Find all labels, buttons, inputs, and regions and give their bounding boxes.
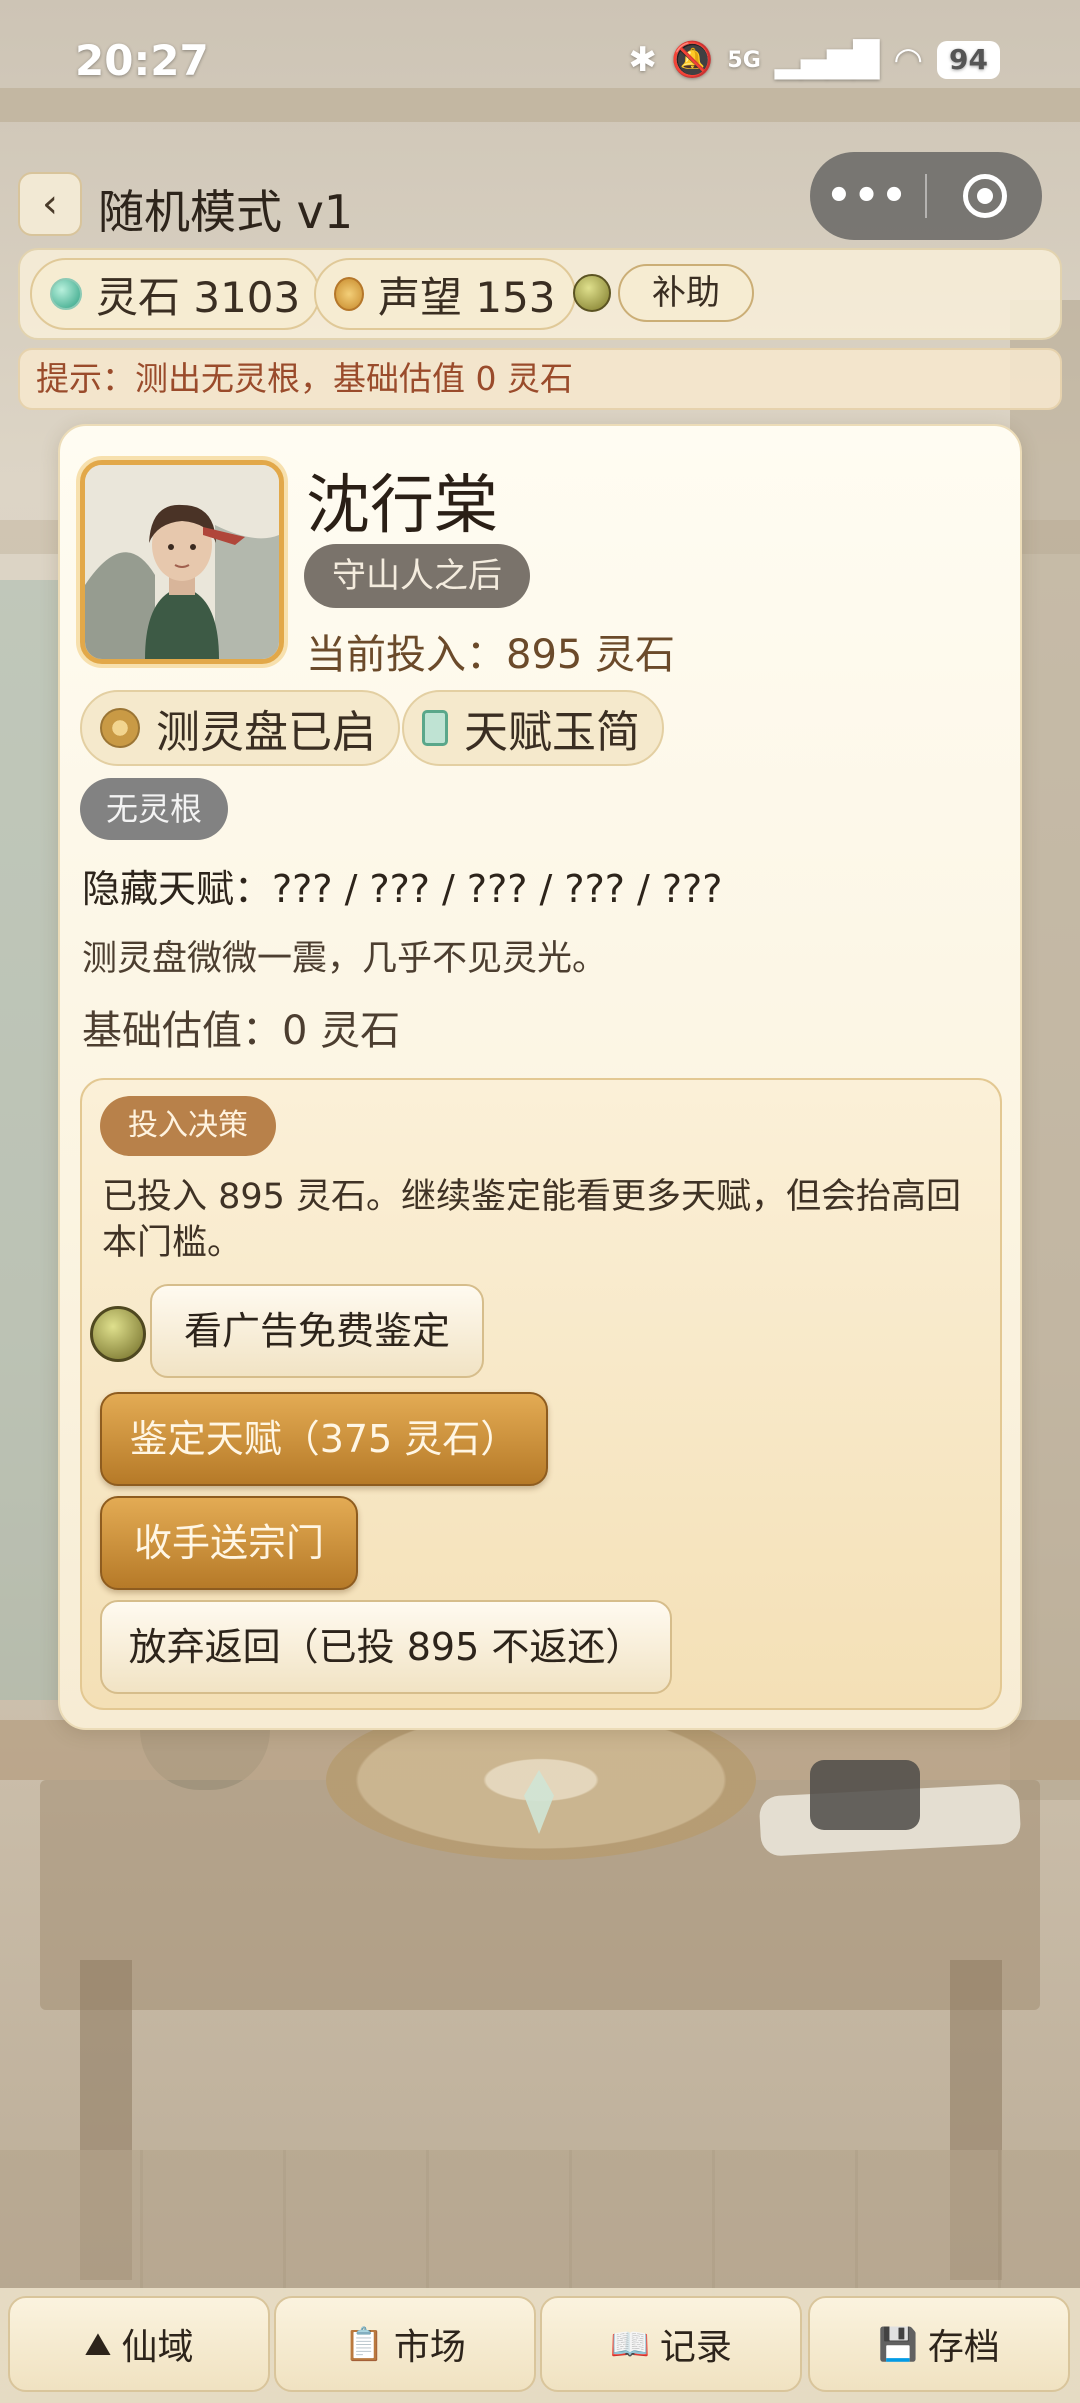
current-investment: 当前投入：895 灵石 xyxy=(306,632,676,678)
portrait-illustration xyxy=(85,465,279,659)
appraise-talent-button[interactable]: 鉴定天赋（375 灵石） xyxy=(100,1392,548,1486)
resource-bar: 灵石 3103 声望 153 补助 xyxy=(18,248,1062,340)
hidden-talents: 隐藏天赋：??? / ??? / ??? / ??? / ??? xyxy=(82,867,723,911)
send-to-sect-button[interactable]: 收手送宗门 xyxy=(100,1496,358,1590)
base-estimate: 基础估值：0 灵石 xyxy=(82,1008,401,1054)
talent-slip-chip: 天赋玉简 xyxy=(402,690,664,766)
character-card: 沈行棠 守山人之后 当前投入：895 灵石 测灵盘已启 天赋玉简 无灵根 隐藏天… xyxy=(58,424,1022,1730)
nav-market[interactable]: 📋 市场 xyxy=(274,2296,536,2392)
nav-market-label: 市场 xyxy=(393,2327,466,2368)
chevron-left-icon: ‹ xyxy=(42,181,58,227)
spirit-stone-counter: 灵石 3103 xyxy=(30,258,321,330)
status-icons: ✱ 🔕 5G ▂▄▆█ ◠ 94 xyxy=(629,40,1000,80)
back-button[interactable]: ‹ xyxy=(18,172,82,236)
jade-slip-icon xyxy=(422,710,448,746)
page-title: 随机模式 v1 xyxy=(98,185,354,239)
appraisal-flavor-text: 测灵盘微微一震，几乎不见灵光。 xyxy=(82,939,608,979)
bluetooth-icon: ✱ xyxy=(628,40,658,80)
wifi-icon: ◠ xyxy=(893,40,924,80)
compass-plate-icon xyxy=(100,708,140,748)
nav-records-label: 记录 xyxy=(659,2327,732,2368)
abandon-return-button[interactable]: 放弃返回（已投 895 不返还） xyxy=(100,1600,672,1694)
mountain-icon: ⛰ xyxy=(84,2324,112,2363)
nav-save-label: 存档 xyxy=(927,2327,1000,2368)
ad-coin-icon xyxy=(90,1306,146,1362)
mini-program-capsule: ••• xyxy=(810,152,1042,240)
reputation-counter: 声望 153 xyxy=(314,258,576,330)
mute-bell-icon: 🔕 xyxy=(671,40,714,80)
bg-inkstone xyxy=(810,1760,920,1830)
clipboard-icon: 📋 xyxy=(344,2325,384,2363)
origin-badge: 守山人之后 xyxy=(304,544,530,608)
spirit-root-badge: 无灵根 xyxy=(80,778,229,840)
bottom-nav: ⛰ 仙域 📋 市场 📖 记录 💾 存档 xyxy=(0,2288,1080,2403)
floppy-disk-icon: 💾 xyxy=(878,2325,918,2363)
spirit-plate-chip: 测灵盘已启 xyxy=(80,690,400,766)
battery-indicator: 94 xyxy=(937,41,1000,79)
book-icon: 📖 xyxy=(610,2325,650,2363)
close-miniprogram-button[interactable] xyxy=(927,174,1042,218)
decision-tag: 投入决策 xyxy=(100,1096,276,1156)
decision-panel: 投入决策 已投入 895 灵石。继续鉴定能看更多天赋，但会抬高回本门槛。 看广告… xyxy=(80,1078,1002,1710)
spirit-gem-icon xyxy=(50,278,82,310)
target-icon xyxy=(962,174,1007,218)
aid-button[interactable]: 补助 xyxy=(618,264,754,322)
spirit-stone-label: 灵石 3103 xyxy=(96,272,301,322)
network-label: 5G xyxy=(727,47,761,73)
talent-slip-label: 天赋玉简 xyxy=(464,707,640,758)
decision-description: 已投入 895 灵石。继续鉴定能看更多天赋，但会抬高回本门槛。 xyxy=(102,1177,962,1263)
character-name: 沈行棠 xyxy=(306,469,498,543)
signal-icon: ▂▄▆█ xyxy=(774,40,880,80)
hint-bar: 提示：测出无灵根，基础估值 0 灵石 xyxy=(18,348,1062,410)
watch-ad-appraise-button[interactable]: 看广告免费鉴定 xyxy=(150,1284,484,1378)
nav-records[interactable]: 📖 记录 xyxy=(540,2296,802,2392)
reputation-label: 声望 153 xyxy=(378,272,556,322)
coin-icon xyxy=(573,274,611,312)
status-bar: 20:27 ✱ 🔕 5G ▂▄▆█ ◠ 94 xyxy=(0,0,1080,130)
bg-curtain xyxy=(0,580,60,1700)
more-menu-button[interactable]: ••• xyxy=(810,173,925,219)
nav-realm[interactable]: ⛰ 仙域 xyxy=(8,2296,270,2392)
character-portrait xyxy=(80,460,284,664)
status-time: 20:27 xyxy=(75,36,209,85)
medal-icon xyxy=(334,277,364,311)
nav-save[interactable]: 💾 存档 xyxy=(808,2296,1070,2392)
more-dots-icon: ••• xyxy=(826,173,909,219)
nav-realm-label: 仙域 xyxy=(121,2327,194,2368)
spirit-plate-label: 测灵盘已启 xyxy=(156,707,376,758)
